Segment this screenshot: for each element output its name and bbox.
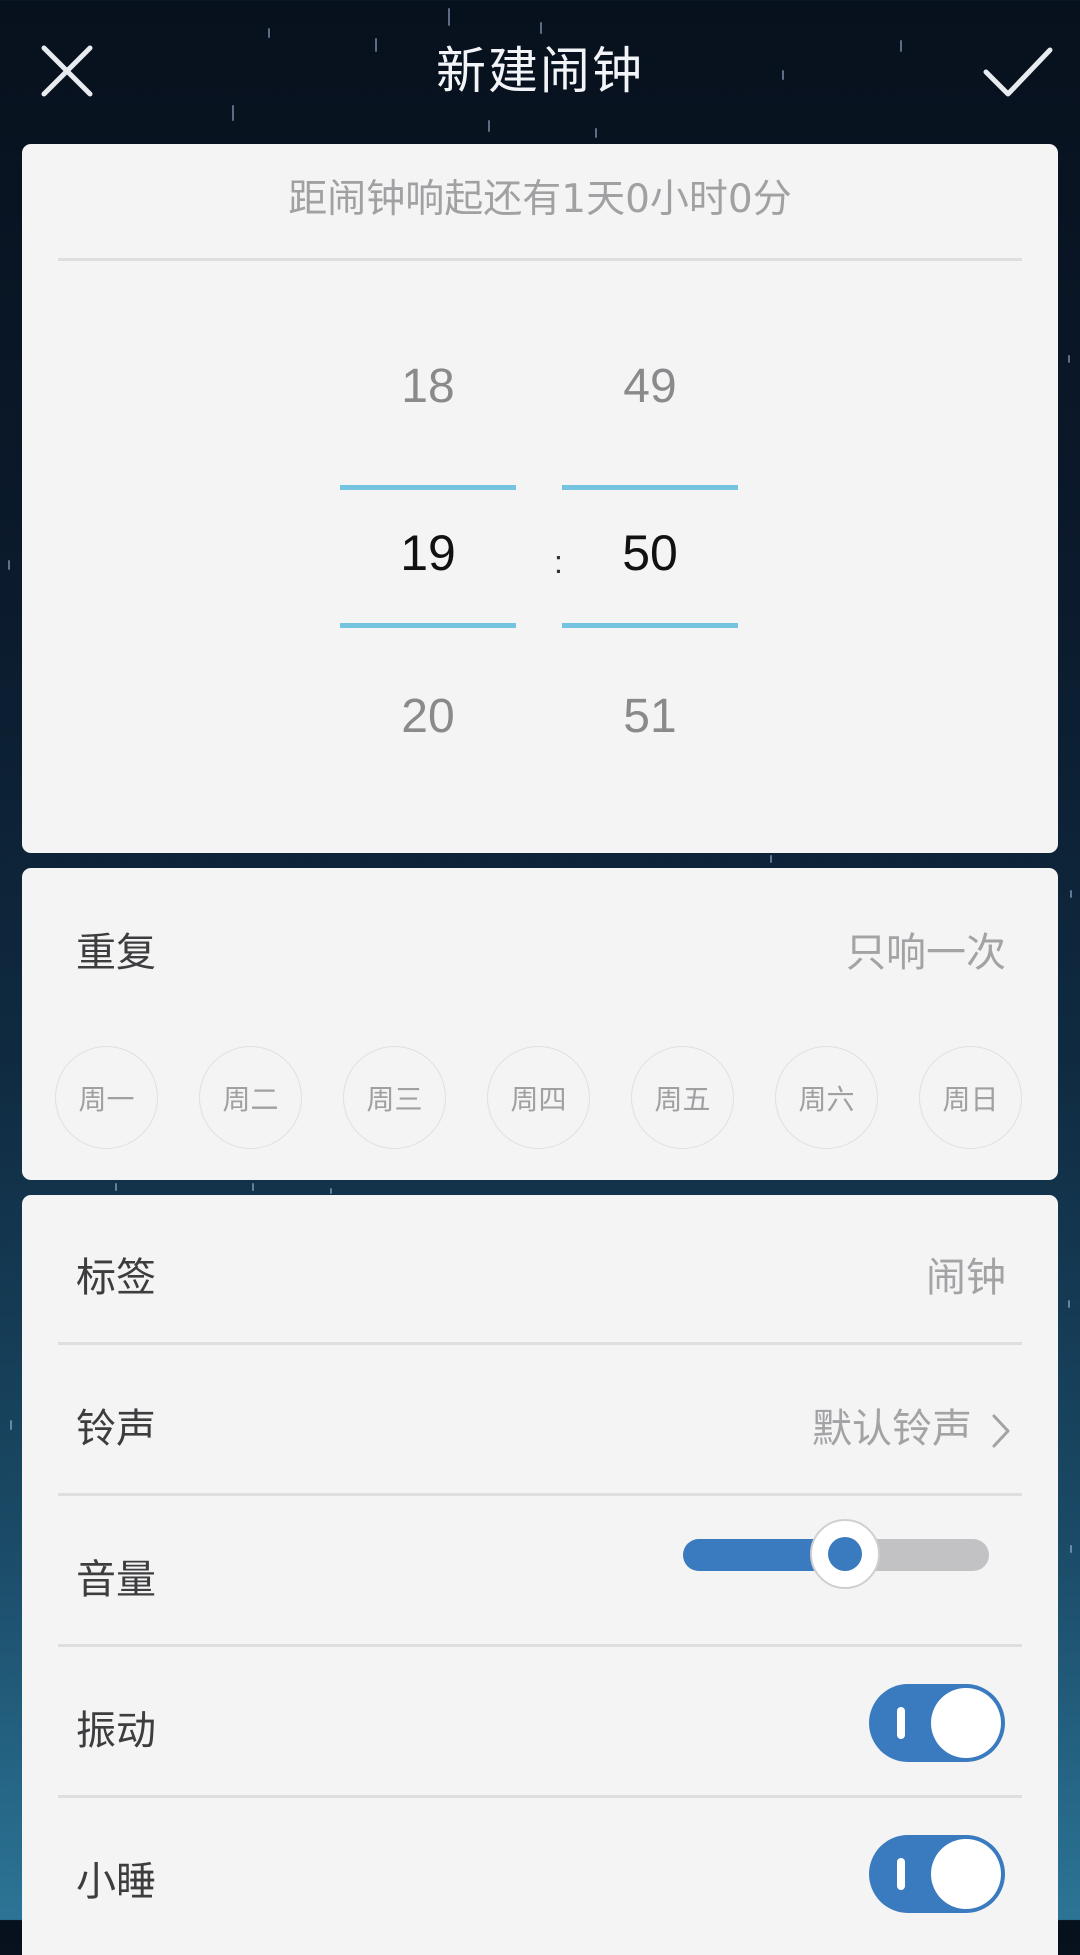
hour-selected[interactable]: 19 <box>340 524 516 582</box>
day-wednesday[interactable]: 周三 <box>343 1046 446 1149</box>
divider <box>58 1644 1022 1647</box>
hour-prev[interactable]: 18 <box>340 359 516 414</box>
hour-selection-line-bottom <box>340 623 516 628</box>
chevron-right-icon <box>992 1414 1010 1448</box>
hour-wheel[interactable]: 18 19 20 <box>340 144 516 853</box>
hour-next[interactable]: 20 <box>340 689 516 744</box>
ringtone-label: 铃声 <box>76 1406 156 1452</box>
divider <box>58 1342 1022 1345</box>
volume-thumb[interactable] <box>810 1519 881 1589</box>
vibrate-label: 振动 <box>76 1708 156 1754</box>
volume-thumb-dot <box>828 1537 863 1571</box>
minute-selected[interactable]: 50 <box>562 524 738 582</box>
day-saturday[interactable]: 周六 <box>775 1046 878 1149</box>
divider <box>58 1795 1022 1798</box>
volume-label: 音量 <box>76 1557 156 1603</box>
day-tuesday[interactable]: 周二 <box>199 1046 302 1149</box>
minute-selection-line-bottom <box>562 623 738 628</box>
page-title: 新建闹钟 <box>436 42 644 100</box>
ringtone-value-wrap[interactable]: 默认铃声 <box>812 1396 1012 1454</box>
day-friday[interactable]: 周五 <box>631 1046 734 1149</box>
minute-selection-line-top <box>562 485 738 490</box>
toggle-on-indicator <box>897 1858 905 1890</box>
check-icon <box>983 47 1053 97</box>
vibrate-toggle[interactable] <box>869 1684 1005 1762</box>
time-picker-card: 距闹钟响起还有1天0小时0分 18 19 20 : 49 50 51 <box>22 144 1058 853</box>
tag-label: 标签 <box>76 1255 156 1301</box>
confirm-button[interactable] <box>978 36 1053 106</box>
toggle-on-indicator <box>897 1707 905 1739</box>
divider <box>58 1493 1022 1496</box>
tag-value[interactable]: 闹钟 <box>926 1245 1006 1303</box>
toggle-knob <box>931 1839 1001 1909</box>
day-thursday[interactable]: 周四 <box>487 1046 590 1149</box>
repeat-card: 重复 只响一次 周一 周二 周三 周四 周五 周六 周日 <box>22 868 1058 1180</box>
minute-wheel[interactable]: 49 50 51 <box>562 144 738 853</box>
toggle-knob <box>931 1688 1001 1758</box>
hour-selection-line-top <box>340 485 516 490</box>
snooze-toggle[interactable] <box>869 1835 1005 1913</box>
snooze-label: 小睡 <box>76 1859 156 1905</box>
day-monday[interactable]: 周一 <box>55 1046 158 1149</box>
divider <box>58 258 1022 261</box>
day-sunday[interactable]: 周日 <box>919 1046 1022 1149</box>
settings-card: 标签 闹钟 铃声 默认铃声 音量 振动 小睡 <box>22 1195 1058 1955</box>
repeat-value[interactable]: 只响一次 <box>846 920 1006 978</box>
minute-prev[interactable]: 49 <box>562 359 738 414</box>
repeat-label: 重复 <box>76 930 156 976</box>
ringtone-value: 默认铃声 <box>812 1406 972 1452</box>
countdown-text: 距闹钟响起还有1天0小时0分 <box>288 177 792 222</box>
volume-slider[interactable] <box>661 1518 1011 1589</box>
app-header: 新建闹钟 <box>0 0 1080 144</box>
minute-next[interactable]: 51 <box>562 689 738 744</box>
